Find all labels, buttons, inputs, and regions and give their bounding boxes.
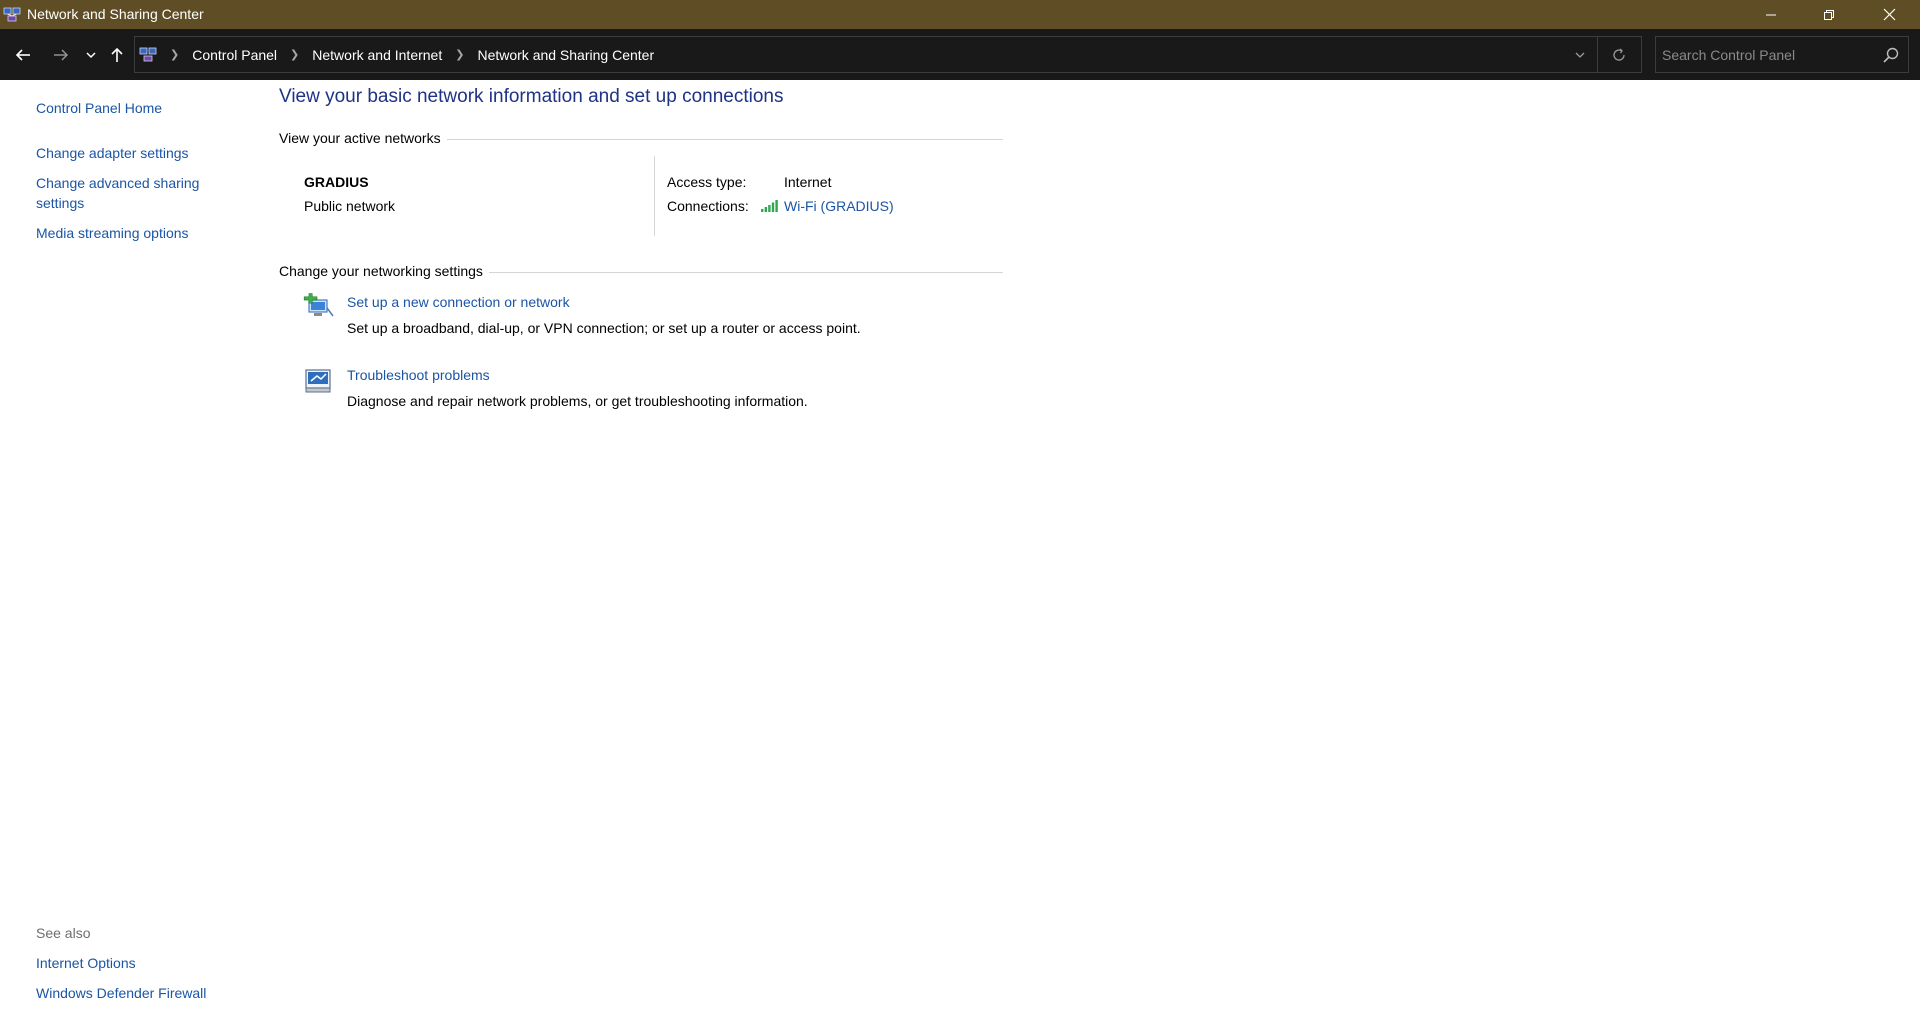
search-input[interactable] (1662, 43, 1872, 66)
access-type-label: Access type: (667, 174, 747, 190)
setup-new-connection-description: Set up a broadband, dial-up, or VPN conn… (347, 320, 861, 336)
breadcrumb-separator-icon[interactable]: ❯ (163, 48, 186, 61)
address-bar[interactable]: ❯ Control Panel ❯ Network and Internet ❯… (134, 36, 1642, 73)
network-type: Public network (304, 198, 396, 214)
address-history-button[interactable] (1565, 37, 1595, 72)
refresh-button[interactable] (1597, 37, 1639, 72)
troubleshoot-icon (305, 369, 331, 393)
restore-icon (1824, 9, 1834, 20)
network-center-icon (139, 47, 157, 62)
wifi-signal-icon (761, 200, 778, 212)
page-title: View your basic network information and … (279, 86, 784, 107)
troubleshoot-problems-link[interactable]: Troubleshoot problems (347, 367, 490, 383)
forward-button[interactable] (48, 42, 74, 68)
title-bar: Network and Sharing Center (0, 0, 1920, 29)
network-name: GRADIUS (304, 174, 369, 190)
close-icon (1883, 8, 1895, 21)
control-panel-home-link[interactable]: Control Panel Home (36, 98, 236, 118)
close-button[interactable] (1858, 0, 1920, 29)
arrow-up-icon (111, 47, 123, 62)
chevron-down-icon (1575, 52, 1585, 58)
navigation-bar: ❯ Control Panel ❯ Network and Internet ❯… (0, 29, 1920, 80)
see-also-heading: See also (36, 925, 91, 941)
arrow-left-icon (15, 49, 30, 61)
wifi-connection-link[interactable]: Wi-Fi (GRADIUS) (760, 198, 894, 214)
breadcrumb-separator-icon[interactable]: ❯ (283, 48, 306, 61)
back-button[interactable] (10, 42, 36, 68)
wifi-connection-label[interactable]: Wi-Fi (GRADIUS) (784, 198, 894, 214)
search-icon[interactable] (1882, 46, 1900, 64)
breadcrumb-control-panel[interactable]: Control Panel (186, 47, 283, 63)
internet-options-link[interactable]: Internet Options (36, 953, 236, 973)
network-center-icon (3, 7, 21, 22)
network-divider (654, 156, 655, 236)
change-advanced-sharing-settings-link[interactable]: Change advanced sharing settings (36, 173, 226, 213)
change-adapter-settings-link[interactable]: Change adapter settings (36, 143, 236, 163)
breadcrumb: ❯ Control Panel ❯ Network and Internet ❯… (163, 37, 660, 72)
main-content: View your basic network information and … (279, 80, 1920, 1030)
windows-defender-firewall-link[interactable]: Windows Defender Firewall (36, 983, 236, 1003)
search-box[interactable] (1655, 36, 1909, 73)
breadcrumb-separator-icon[interactable]: ❯ (448, 48, 471, 61)
minimize-button[interactable] (1742, 0, 1800, 29)
refresh-icon (1612, 48, 1625, 61)
breadcrumb-network-and-sharing-center[interactable]: Network and Sharing Center (471, 47, 660, 63)
breadcrumb-network-and-internet[interactable]: Network and Internet (306, 47, 448, 63)
setup-new-connection-link[interactable]: Set up a new connection or network (347, 294, 570, 310)
chevron-down-icon (86, 52, 96, 59)
access-type-value: Internet (784, 174, 832, 190)
new-connection-icon (303, 293, 334, 317)
restore-button[interactable] (1800, 0, 1858, 29)
up-button[interactable] (104, 42, 130, 68)
window-title: Network and Sharing Center (27, 6, 204, 22)
media-streaming-options-link[interactable]: Media streaming options (36, 223, 236, 243)
troubleshoot-problems-description: Diagnose and repair network problems, or… (347, 393, 808, 409)
left-pane: Control Panel Home Change adapter settin… (0, 80, 258, 1030)
active-networks-heading: View your active networks (279, 130, 447, 146)
minimize-icon (1766, 14, 1776, 15)
arrow-right-icon (54, 49, 68, 61)
networking-settings-heading: Change your networking settings (279, 263, 489, 279)
recent-locations-button[interactable] (80, 42, 102, 68)
connections-label: Connections: (667, 198, 749, 214)
